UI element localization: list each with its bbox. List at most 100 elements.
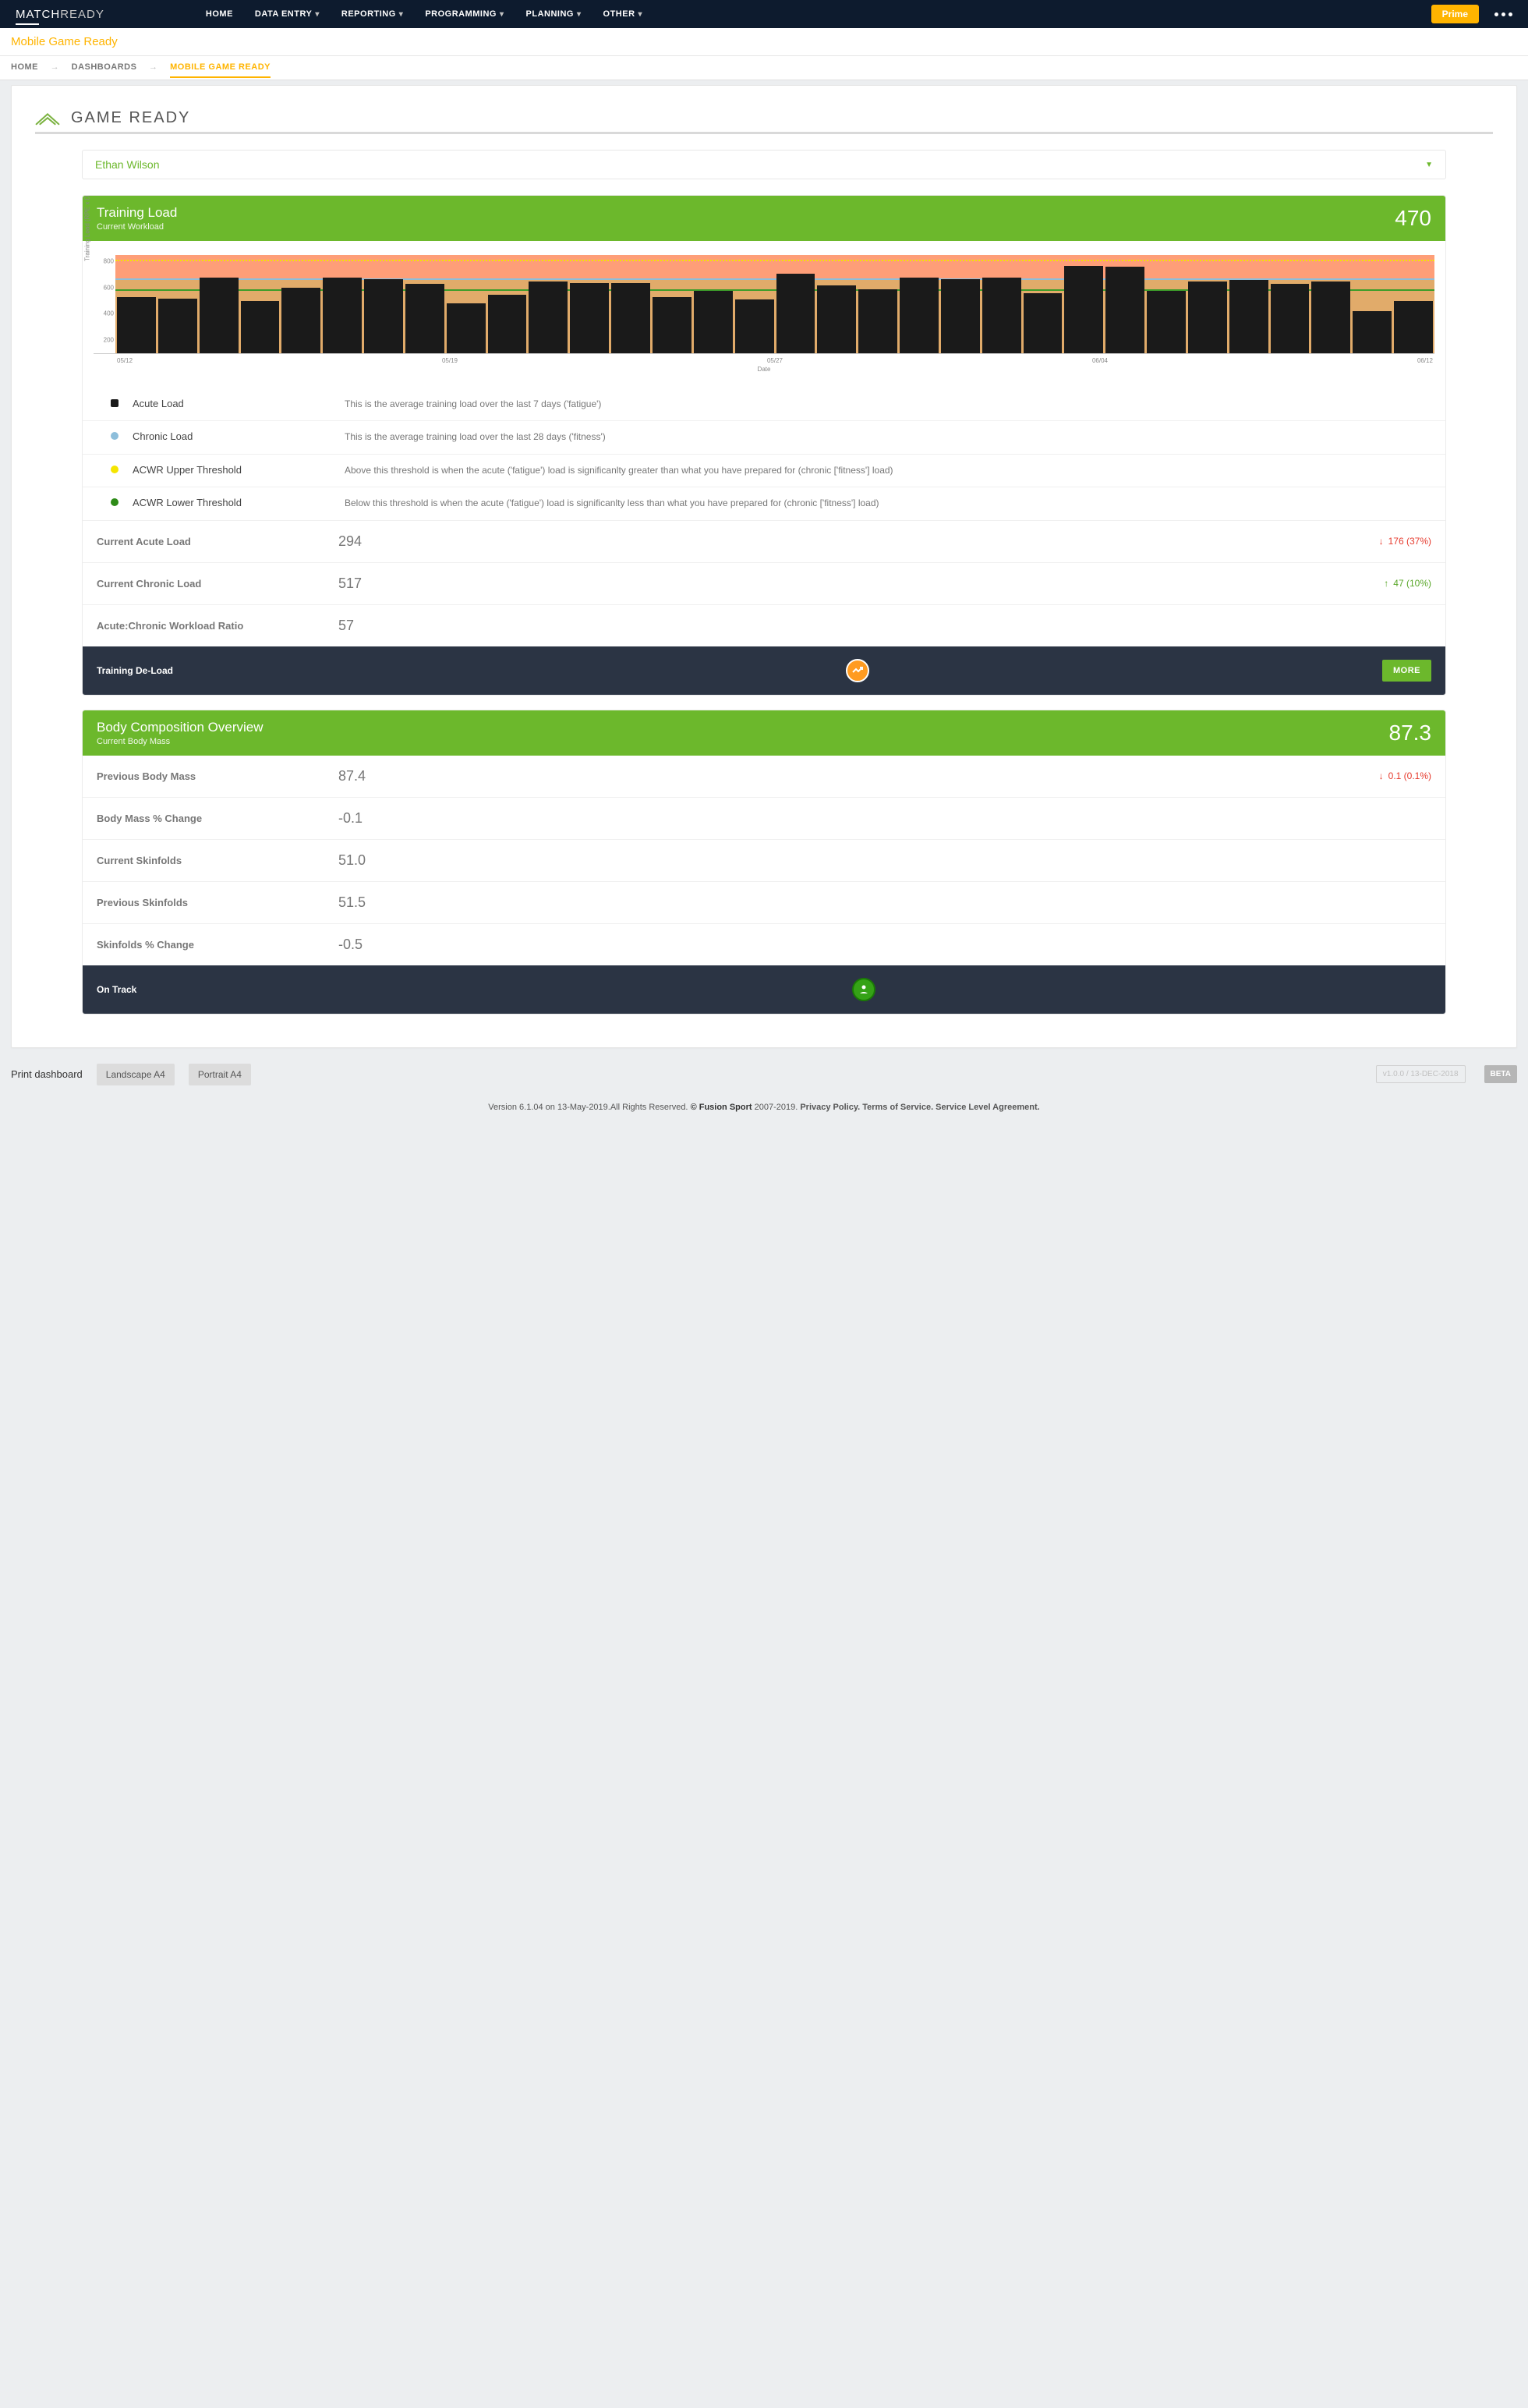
arrow-up-icon: ↑ — [1384, 578, 1388, 589]
swatch-blue-icon — [111, 432, 118, 440]
card-header: Training Load Current Workload 470 — [83, 196, 1445, 241]
nav-other[interactable]: OTHER▾ — [603, 9, 643, 19]
more-menu-icon[interactable] — [1494, 12, 1512, 16]
breadcrumb: HOME → DASHBOARDS → MOBILE GAME READY — [0, 56, 1528, 80]
print-label: Print dashboard — [11, 1068, 83, 1080]
chart-bars — [115, 249, 1434, 353]
chart-bar — [1147, 291, 1186, 353]
prime-button[interactable]: Prime — [1431, 5, 1479, 23]
print-row: Print dashboard Landscape A4 Portrait A4… — [0, 1056, 1528, 1093]
chart-bar — [1105, 267, 1144, 353]
nav-items: HOME DATA ENTRY▾ REPORTING▾ PROGRAMMING▾… — [206, 9, 642, 19]
chart-bar — [570, 283, 609, 353]
chart-bar — [900, 278, 939, 353]
metric-chronic-load: Current Chronic Load 517 ↑47 (10%) — [83, 562, 1445, 604]
print-landscape-button[interactable]: Landscape A4 — [97, 1064, 175, 1085]
chart-bar — [1229, 280, 1268, 353]
chart-bar — [1311, 282, 1350, 353]
metric-prev-sf: Previous Skinfolds 51.5 — [83, 881, 1445, 923]
chart-bar — [735, 299, 774, 353]
chart-y-axis: 800 600 400 200 — [94, 249, 115, 353]
nav-data-entry[interactable]: DATA ENTRY▾ — [255, 9, 320, 19]
nav-home[interactable]: HOME — [206, 9, 233, 19]
player-name: Ethan Wilson — [95, 158, 159, 171]
chevron-down-icon: ▾ — [577, 10, 582, 19]
subbar-title: Mobile Game Ready — [11, 35, 118, 48]
body-status-row: On Track — [83, 965, 1445, 1014]
gameready-logo-icon — [35, 110, 60, 127]
chart-bar — [323, 278, 362, 353]
chart-bar — [241, 301, 280, 353]
subbar: Mobile Game Ready — [0, 28, 1528, 56]
chart-bar — [817, 285, 856, 353]
chart-bar — [158, 299, 197, 353]
card-header: Body Composition Overview Current Body M… — [83, 710, 1445, 756]
chart-y-label: Training Load (RPE x Duration) — [84, 195, 91, 261]
chart-bar — [405, 284, 444, 353]
chart-bar — [529, 282, 568, 353]
chart-bar — [447, 303, 486, 353]
chart-bar — [653, 297, 691, 353]
top-nav: MATCHREADY HOME DATA ENTRY▾ REPORTING▾ P… — [0, 0, 1528, 28]
card-title: Training Load — [97, 205, 177, 221]
nav-reporting[interactable]: REPORTING▾ — [341, 9, 403, 19]
chart-bar — [117, 297, 156, 353]
chevron-down-icon: ▾ — [500, 10, 504, 19]
brand-underline — [16, 23, 39, 25]
chart-bar — [611, 283, 650, 353]
chart-bar — [1394, 301, 1433, 353]
swatch-green-icon — [111, 498, 118, 506]
nav-planning[interactable]: PLANNING▾ — [526, 9, 582, 19]
chevron-down-icon: ▾ — [638, 10, 643, 19]
chart-bar — [1271, 284, 1310, 353]
arrow-icon: → — [149, 62, 158, 72]
status-ontrack-icon — [852, 978, 875, 1001]
arrow-down-icon: ↓ — [1379, 770, 1384, 781]
current-workload-value: 470 — [1395, 206, 1431, 231]
chart-bar — [1188, 282, 1227, 353]
chart-bar — [1353, 311, 1392, 353]
chart-bar — [858, 289, 897, 353]
chart-bar — [1064, 266, 1103, 353]
breadcrumb-home[interactable]: HOME — [11, 62, 38, 72]
chart-bar — [982, 278, 1021, 353]
chart-x-label: Date — [94, 366, 1434, 373]
footer: Version 6.1.04 on 13-May-2019.All Rights… — [0, 1093, 1528, 1128]
more-button[interactable]: MORE — [1382, 660, 1431, 682]
status-deload-icon — [846, 659, 869, 682]
legend-chronic: Chronic Load This is the average trainin… — [83, 421, 1445, 454]
beta-badge: BETA — [1484, 1065, 1517, 1083]
arrow-down-icon: ↓ — [1379, 536, 1384, 547]
swatch-black-icon — [111, 399, 118, 407]
metric-cur-sf: Current Skinfolds 51.0 — [83, 839, 1445, 881]
arrow-icon: → — [51, 62, 60, 72]
current-body-mass-value: 87.3 — [1389, 721, 1432, 745]
chart-bar — [281, 288, 320, 353]
breadcrumb-dashboards[interactable]: DASHBOARDS — [72, 62, 137, 72]
chart-bar — [488, 295, 527, 353]
chart-bar — [776, 274, 815, 353]
print-portrait-button[interactable]: Portrait A4 — [189, 1064, 251, 1085]
nav-programming[interactable]: PROGRAMMING▾ — [425, 9, 504, 19]
delta-up: ↑47 (10%) — [1384, 578, 1431, 589]
caret-down-icon: ▼ — [1425, 161, 1433, 169]
swatch-yellow-icon — [111, 466, 118, 473]
delta-down: ↓176 (37%) — [1379, 536, 1431, 547]
chart-bar — [200, 278, 239, 353]
metric-sf-change: Skinfolds % Change -0.5 — [83, 923, 1445, 965]
legend-acute: Acute Load This is the average training … — [83, 388, 1445, 421]
footer-links[interactable]: Privacy Policy. Terms of Service. Servic… — [800, 1103, 1039, 1112]
chart-x-ticks: 05/12 05/19 05/27 06/04 06/12 — [115, 354, 1434, 364]
breadcrumb-current[interactable]: MOBILE GAME READY — [170, 62, 271, 78]
chevron-down-icon: ▾ — [315, 10, 320, 19]
player-select[interactable]: Ethan Wilson ▼ — [82, 150, 1446, 179]
brand-logo: MATCHREADY — [16, 8, 104, 21]
chart-bar — [1024, 293, 1063, 353]
card-title: Body Composition Overview — [97, 720, 264, 735]
training-load-card: Training Load Current Workload 470 Train… — [82, 195, 1446, 696]
chart-bar — [694, 291, 733, 353]
version-badge: v1.0.0 / 13-DEC-2018 — [1376, 1065, 1466, 1083]
legend-lower: ACWR Lower Threshold Below this threshol… — [83, 487, 1445, 519]
legend-upper: ACWR Upper Threshold Above this threshol… — [83, 455, 1445, 487]
metric-prev-mass: Previous Body Mass 87.4 ↓0.1 (0.1%) — [83, 756, 1445, 797]
